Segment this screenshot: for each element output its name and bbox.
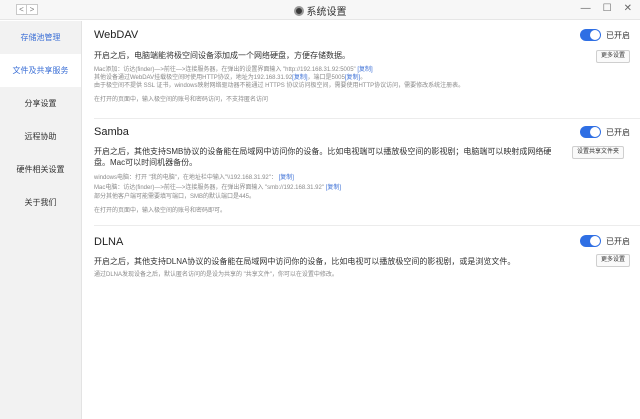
copy-link[interactable]: [复制] — [279, 175, 294, 181]
sidebar-item-storage-pool[interactable]: 存储池管理 — [0, 21, 81, 54]
webdav-note-mac-text: Mac添加：访达(finder)—>前往—>连接服务器，在弹出的设置界面输入 "… — [94, 67, 356, 73]
samba-note-windows-text: windows电脑：打开 "我的电脑"，在地址栏中输入"\\192.168.31… — [94, 175, 277, 181]
webdav-note-port: ，端口是5005 — [307, 75, 345, 81]
dlna-note: 通过DLNA发现设备之后，默认匿名访问的是设为共享的 "共享文件"，你可以在设置… — [94, 272, 338, 278]
samba-toggle[interactable] — [580, 126, 601, 138]
webdav-note-ssl: 由于极空间不提供 SSL 证书，windows映射网络驱动器不能通过 HTTPS… — [94, 83, 465, 89]
samba-shared-folder-button[interactable]: 设置共享文件夹 — [572, 146, 625, 159]
maximize-button[interactable]: ☐ — [603, 3, 612, 14]
dlna-toggle[interactable] — [580, 235, 601, 247]
sidebar-item-about[interactable]: 关于我们 — [0, 186, 81, 219]
copy-link[interactable]: [复制] — [345, 75, 360, 81]
sidebar-item-share-settings[interactable]: 分享设置 — [0, 87, 81, 120]
copy-link[interactable]: [复制] — [292, 75, 307, 81]
sidebar-item-remote-assist[interactable]: 远程协助 — [0, 120, 81, 153]
close-button[interactable]: ✕ — [624, 3, 632, 14]
toggle-knob — [590, 127, 600, 137]
webdav-more-settings-button[interactable]: 更多设置 — [596, 50, 631, 63]
webdav-section: WebDAV 已开启 更多设置 开启之后，电脑端能将极空间设备添加成一个网络硬盘… — [94, 29, 640, 129]
sidebar-item-hardware[interactable]: 硬件相关设置 — [0, 153, 81, 186]
copy-link[interactable]: [复制] — [326, 185, 341, 191]
samba-section: Samba 已开启 设置共享文件夹 开启之后，其他支持SMB协议的设备能在局域网… — [94, 124, 640, 244]
samba-note-windows: windows电脑：打开 "我的电脑"，在地址栏中输入"\\192.168.31… — [94, 174, 566, 183]
toggle-knob — [590, 30, 600, 40]
minimize-button[interactable]: — — [581, 3, 591, 14]
dlna-more-settings-button[interactable]: 更多设置 — [596, 254, 631, 267]
webdav-toggle[interactable] — [580, 29, 601, 41]
sidebar-item-file-sharing[interactable]: 文件及共享服务 — [0, 54, 81, 87]
webdav-title: WebDAV — [94, 29, 139, 41]
dlna-title: DLNA — [94, 236, 124, 248]
window-title-wrap: 系统设置 — [0, 3, 640, 18]
main-panel: WebDAV 已开启 更多设置 开启之后，电脑端能将极空间设备添加成一个网络硬盘… — [82, 21, 640, 419]
samba-note-mac: Mac电脑：访达(finder)—>前往—>连接服务器，在弹出界面输入 "smb… — [94, 184, 566, 193]
webdav-note-period: 。 — [360, 75, 367, 81]
webdav-note-login: 在打开的页面中，输入极空间的账号和密码访问，不支持匿名访问 — [94, 97, 269, 103]
samba-description: 开启之后，其他支持SMB协议的设备能在局域网中访问你的设备。比如电视端可以播放极… — [94, 147, 552, 167]
section-divider — [94, 225, 640, 226]
samba-title: Samba — [94, 126, 129, 138]
samba-note-port: 部分其他客户端可能需要填写端口，SMB的默认端口是445。 — [94, 194, 256, 200]
samba-note-mac-text: Mac电脑：访达(finder)—>前往—>连接服务器，在弹出界面输入 "smb… — [94, 185, 324, 191]
title-bar: < > 系统设置 — ☐ ✕ — [0, 0, 640, 20]
window-title: 系统设置 — [306, 7, 347, 18]
webdav-note-address: 其他设备通过WebDAV挂载极空间时使用HTTP协议，地址为192.168.31… — [94, 75, 293, 81]
window-controls: — ☐ ✕ — [581, 3, 632, 14]
webdav-toggle-label: 已开启 — [606, 31, 630, 40]
toggle-knob — [590, 236, 600, 246]
dlna-description: 开启之后，其他支持DLNA协议的设备能在局域网中访问你的设备，比如电视可以播放极… — [94, 257, 516, 266]
samba-toggle-label: 已开启 — [606, 128, 630, 137]
webdav-description: 开启之后，电脑端能将极空间设备添加成一个网络硬盘，方便存储数据。 — [94, 51, 350, 60]
dlna-toggle-label: 已开启 — [606, 237, 630, 246]
app-icon — [293, 6, 304, 16]
dlna-section: DLNA 已开启 更多设置 开启之后，其他支持DLNA协议的设备能在局域网中访问… — [94, 234, 631, 314]
copy-link[interactable]: [复制] — [357, 67, 372, 73]
section-divider — [94, 118, 640, 119]
samba-note-login: 在打开的页面中，输入极空间的账号和密码即可。 — [94, 208, 227, 214]
sidebar: 存储池管理 文件及共享服务 分享设置 远程协助 硬件相关设置 关于我们 — [0, 21, 82, 419]
